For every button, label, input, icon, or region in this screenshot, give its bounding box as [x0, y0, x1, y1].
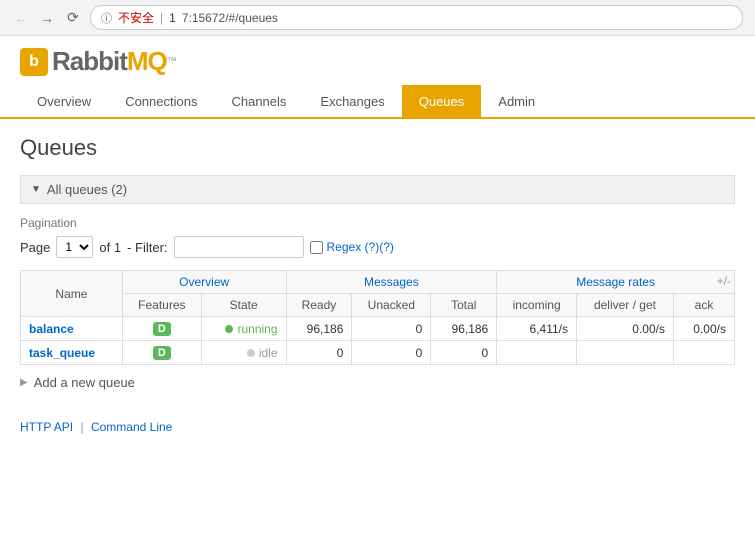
queue-feature: D: [122, 341, 201, 365]
logo-text: RabbitMQ: [52, 46, 167, 77]
page-content: Queues ▼ All queues (2) Pagination Page …: [0, 119, 755, 450]
queue-ack: 0.00/s: [673, 317, 734, 341]
security-label: 不安全: [118, 9, 154, 26]
nav-admin[interactable]: Admin: [481, 85, 552, 117]
table-row[interactable]: balance D running 96,186 0 96,186 6,411/…: [21, 317, 735, 341]
col-header-ready: Ready: [286, 294, 352, 317]
col-header-deliver-get: deliver / get: [577, 294, 674, 317]
queue-incoming: 6,411/s: [497, 317, 577, 341]
queue-deliver-get: 0.00/s: [577, 317, 674, 341]
refresh-button[interactable]: ⟳: [64, 9, 82, 27]
col-header-incoming: incoming: [497, 294, 577, 317]
queue-ack: [673, 341, 734, 365]
all-queues-label: All queues (2): [47, 182, 127, 197]
nav-queues[interactable]: Queues: [402, 85, 482, 117]
regex-checkbox[interactable]: [310, 241, 323, 254]
table-row[interactable]: task_queue D idle 0 0 0: [21, 341, 735, 365]
queue-state: idle: [201, 341, 286, 365]
forward-button[interactable]: →: [38, 9, 56, 27]
app-header: b RabbitMQ ™ Overview Connections Channe…: [0, 36, 755, 119]
add-queue-label: Add a new queue: [34, 375, 135, 390]
expand-icon: ▶: [20, 377, 28, 388]
all-queues-header[interactable]: ▼ All queues (2): [20, 175, 735, 204]
logo-icon: b: [20, 48, 48, 76]
feature-badge: D: [153, 322, 171, 336]
col-header-state: State: [201, 294, 286, 317]
page-title: Queues: [20, 135, 735, 161]
url-num: 1: [169, 11, 176, 25]
nav-overview[interactable]: Overview: [20, 85, 108, 117]
queue-total: 0: [431, 341, 497, 365]
nav-exchanges[interactable]: Exchanges: [303, 85, 401, 117]
page-of-text: of 1: [99, 240, 121, 255]
page-select[interactable]: 1: [56, 236, 93, 258]
address-bar[interactable]: ⓘ 不安全 | 1 7:15672/#/queues: [90, 5, 743, 30]
command-line-link[interactable]: Command Line: [91, 420, 172, 434]
filter-input[interactable]: [174, 236, 304, 258]
col-header-total: Total: [431, 294, 497, 317]
group-header-message-rates: Message rates: [497, 271, 735, 294]
table-container: +/- Name Overview Messages Message rates…: [20, 270, 735, 365]
lock-icon: ⓘ: [101, 10, 112, 26]
page-label: Page: [20, 240, 50, 255]
queue-table: Name Overview Messages Message rates Fea…: [20, 270, 735, 365]
queue-ready: 0: [286, 341, 352, 365]
feature-badge: D: [153, 346, 171, 360]
logo-tm: ™: [167, 56, 177, 67]
state-text: running: [237, 322, 277, 336]
add-queue-section[interactable]: ▶ Add a new queue: [20, 365, 735, 400]
queue-name[interactable]: balance: [21, 317, 123, 341]
group-header-overview: Overview: [122, 271, 286, 294]
state-text: idle: [259, 346, 278, 360]
col-header-unacked: Unacked: [352, 294, 431, 317]
group-header-messages: Messages: [286, 271, 497, 294]
queue-feature: D: [122, 317, 201, 341]
state-dot: [225, 325, 233, 333]
queue-ready: 96,186: [286, 317, 352, 341]
pagination-controls: Page 1 of 1 - Filter: Regex (?)(?): [20, 236, 735, 258]
logo: b RabbitMQ ™: [20, 46, 735, 77]
collapse-icon: ▼: [31, 184, 41, 195]
queue-incoming: [497, 341, 577, 365]
queue-name[interactable]: task_queue: [21, 341, 123, 365]
filter-label: - Filter:: [127, 240, 167, 255]
url-path: 7:15672/#/queues: [182, 11, 278, 25]
col-header-ack: ack: [673, 294, 734, 317]
plus-minus-toggle[interactable]: +/-: [713, 270, 735, 292]
queue-deliver-get: [577, 341, 674, 365]
nav-connections[interactable]: Connections: [108, 85, 214, 117]
col-header-features: Features: [122, 294, 201, 317]
queue-unacked: 0: [352, 317, 431, 341]
back-button[interactable]: ←: [12, 9, 30, 27]
browser-chrome: ← → ⟳ ⓘ 不安全 | 1 7:15672/#/queues: [0, 0, 755, 36]
url-separator: |: [160, 11, 163, 25]
col-header-name: Name: [21, 271, 123, 317]
regex-link[interactable]: Regex (?)(?): [327, 240, 394, 254]
http-api-link[interactable]: HTTP API: [20, 420, 73, 434]
nav-channels[interactable]: Channels: [214, 85, 303, 117]
queue-total: 96,186: [431, 317, 497, 341]
pagination-label: Pagination: [20, 216, 735, 230]
pagination-section: Pagination Page 1 of 1 - Filter: Regex (…: [20, 216, 735, 258]
regex-label: Regex (?)(?): [310, 240, 394, 254]
main-nav: Overview Connections Channels Exchanges …: [20, 85, 735, 117]
footer-links: HTTP API | Command Line: [20, 420, 735, 434]
state-dot: [247, 349, 255, 357]
footer-separator: |: [80, 420, 83, 434]
queue-unacked: 0: [352, 341, 431, 365]
queue-state: running: [201, 317, 286, 341]
